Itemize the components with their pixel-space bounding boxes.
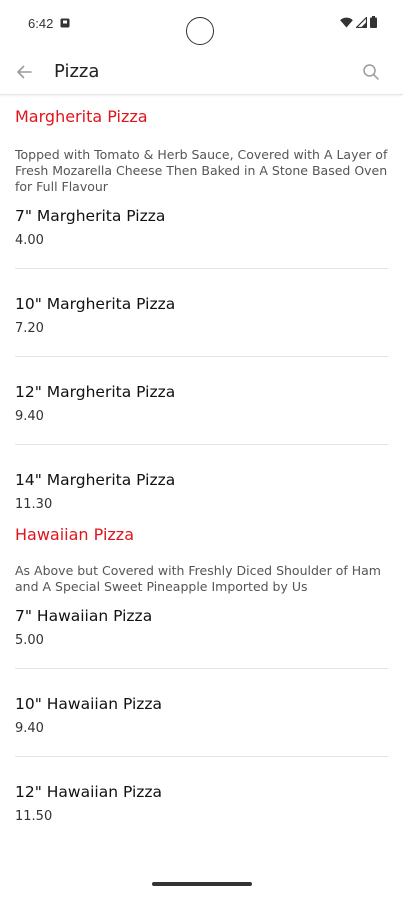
menu-item[interactable]: 10" Margherita Pizza 7.20	[15, 269, 388, 357]
item-name: 7" Hawaiian Pizza	[15, 607, 153, 625]
item-price: 11.30	[15, 497, 53, 512]
category-description: As Above but Covered with Freshly Diced …	[15, 563, 381, 594]
item-name: 10" Hawaiian Pizza	[15, 695, 163, 713]
signal-icon	[356, 16, 367, 28]
gesture-nav-handle[interactable]	[152, 882, 252, 886]
item-name: 7" Margherita Pizza	[15, 207, 166, 225]
item-price: 7.20	[15, 321, 44, 336]
menu-item[interactable]: 12" Hawaiian Pizza 11.50	[15, 757, 388, 845]
item-price: 5.00	[15, 633, 44, 648]
category-hawaiian: Hawaiian Pizza As Above but Covered with…	[0, 523, 403, 845]
item-price: 4.00	[15, 233, 44, 248]
menu-item[interactable]: 7" Margherita Pizza 4.00	[15, 195, 388, 269]
page-title: Pizza	[54, 61, 100, 82]
status-bar: 6:42	[0, 0, 403, 48]
menu-item[interactable]: 14" Margherita Pizza 11.30	[15, 445, 388, 523]
wifi-icon	[340, 17, 353, 27]
arrow-back-icon	[17, 65, 32, 79]
camera-cutout	[186, 17, 214, 45]
notification-icon	[60, 18, 70, 28]
status-icons	[340, 16, 377, 28]
item-price: 9.40	[15, 721, 44, 736]
search-icon	[363, 64, 379, 80]
item-name: 10" Margherita Pizza	[15, 295, 176, 313]
app-bar: Pizza	[0, 50, 403, 95]
item-price: 11.50	[15, 809, 53, 824]
menu-list[interactable]: Margherita Pizza Topped with Tomato & He…	[0, 95, 403, 900]
item-price: 9.40	[15, 409, 44, 424]
category-description: Topped with Tomato & Herb Sauce, Covered…	[15, 147, 388, 194]
item-name: 14" Margherita Pizza	[15, 471, 176, 489]
menu-item[interactable]: 10" Hawaiian Pizza 9.40	[15, 669, 388, 757]
back-button[interactable]	[10, 58, 38, 86]
category-title: Margherita Pizza	[15, 107, 148, 126]
category-margherita: Margherita Pizza Topped with Tomato & He…	[0, 105, 403, 523]
screen: 6:42 Pizza Margherita Pizza Topped with …	[0, 0, 403, 900]
menu-item[interactable]: 7" Hawaiian Pizza 5.00	[15, 595, 388, 669]
item-name: 12" Margherita Pizza	[15, 383, 176, 401]
battery-icon	[370, 16, 377, 28]
status-time: 6:42	[28, 16, 54, 31]
search-button[interactable]	[357, 58, 385, 86]
category-title: Hawaiian Pizza	[15, 525, 134, 544]
menu-item[interactable]: 12" Margherita Pizza 9.40	[15, 357, 388, 445]
item-name: 12" Hawaiian Pizza	[15, 783, 163, 801]
